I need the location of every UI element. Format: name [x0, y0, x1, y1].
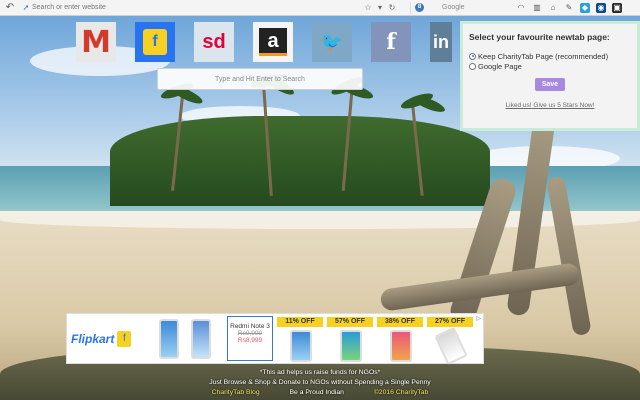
toolbar-icons: ◠ ▥ ⌂ ✎ ◆ ◉ ▣ [516, 2, 622, 13]
back-icon[interactable]: ↶ [0, 2, 20, 13]
flipkart-logo: Flipkart f [67, 330, 147, 347]
chevron-down-icon[interactable]: ▾ [374, 3, 386, 12]
gmail-shortcut[interactable]: M [76, 22, 116, 62]
discount-badge: 57% OFF [327, 317, 373, 327]
phone-image [390, 330, 412, 362]
refresh-icon[interactable]: ↻ [386, 3, 398, 12]
discount-badge: 27% OFF [427, 317, 473, 327]
browser-toolbar: ↶ ➚ Search or enter website ☆ ▾ ↻ 8 Goog… [0, 0, 640, 16]
home-icon[interactable]: ⌂ [548, 3, 558, 13]
snapdeal-icon: sd [202, 30, 226, 53]
old-price: Rs9,999 [237, 330, 263, 337]
panel-title: Select your favourite newtab page: [469, 32, 610, 42]
google-icon: 8 [415, 3, 424, 12]
ad-product[interactable]: 38% OFF [377, 315, 425, 362]
flipkart-icon: f [143, 29, 167, 55]
save-button[interactable]: Save [535, 78, 565, 91]
phone-image[interactable] [159, 318, 179, 359]
copyright-link[interactable]: ©2016 CharityTab [374, 389, 429, 396]
facebook-shortcut[interactable]: f [371, 22, 411, 62]
facebook-icon: f [386, 29, 396, 55]
extension-dark-icon[interactable]: ▣ [612, 2, 622, 13]
extension-blue-icon[interactable]: ◆ [580, 2, 590, 13]
amazon-shortcut[interactable]: a [253, 22, 293, 62]
search-engine-label: Google [442, 4, 465, 11]
footer-links: CharityTab Blog Be a Proud Indian ©2016 … [0, 388, 640, 398]
twitter-icon: 🐦 [320, 31, 344, 52]
linkedin-icon: in [433, 31, 449, 52]
amazon-icon: a [259, 28, 287, 56]
snapdeal-shortcut[interactable]: sd [194, 22, 234, 62]
linkedin-shortcut[interactable]: in [430, 22, 452, 62]
rate-us-link[interactable]: Liked us! Give us 5 Stars Now! [469, 102, 631, 109]
search-input[interactable]: Type and Hit Enter to Search [157, 68, 363, 90]
gmail-icon: M [81, 24, 111, 60]
footer: *This ad helps us raise funds for NGOs* … [0, 368, 640, 398]
discount-badge: 11% OFF [277, 317, 323, 327]
radio-selected-icon[interactable] [469, 52, 476, 60]
shortcut-tiles: M f sd a 🐦 f in [76, 22, 452, 62]
option-label: Keep CharityTab Page (recommended) [478, 51, 609, 61]
ad-product[interactable]: 57% OFF [327, 315, 375, 362]
ad-banner[interactable]: Flipkart f Redmi Note 3 Rs9,999 Rs8,999 … [66, 313, 484, 366]
bookmarks-icon[interactable]: ▥ [532, 3, 542, 13]
discount-badge: 38% OFF [377, 317, 423, 327]
extension-navy-icon[interactable]: ◉ [596, 2, 606, 13]
search-engine-box[interactable]: 8 Google [410, 1, 506, 14]
footer-ad-note: *This ad helps us raise funds for NGOs* [259, 369, 381, 376]
ad-product[interactable]: 27% OFF [427, 315, 475, 366]
twitter-shortcut[interactable]: 🐦 [312, 22, 352, 62]
proud-indian-text: Be a Proud Indian [289, 389, 344, 396]
flipkart-wordmark: Flipkart [71, 331, 115, 346]
blog-link[interactable]: CharityTab Blog [212, 389, 260, 396]
wifi-icon[interactable]: ◠ [516, 3, 526, 13]
shoreline [0, 211, 640, 229]
radio-icon[interactable] [469, 62, 476, 70]
option-google[interactable]: Google Page [469, 61, 631, 71]
adchoices-icon[interactable]: ▷ [476, 315, 481, 322]
phone-image [340, 330, 362, 362]
star-icon[interactable]: ☆ [362, 3, 374, 12]
price: Rs8,999 [237, 337, 263, 344]
featured-product[interactable]: Redmi Note 3 Rs9,999 Rs8,999 [227, 316, 273, 361]
url-input[interactable]: Search or enter website [32, 4, 362, 11]
phone-image[interactable] [191, 318, 211, 359]
tablet-image [290, 330, 312, 362]
product-name: Redmi Note 3 [230, 323, 270, 330]
tree-line [110, 116, 490, 206]
rocket-icon: ➚ [22, 3, 30, 12]
phone-image [434, 326, 468, 366]
footer-tagline: Just Browse & Shop & Donate to NGOs with… [209, 379, 431, 386]
flipkart-bag-icon: f [117, 330, 132, 347]
option-charitytab[interactable]: Keep CharityTab Page (recommended) [469, 51, 631, 61]
extension-icon[interactable]: ✎ [564, 3, 574, 13]
ad-product[interactable]: 11% OFF [277, 315, 325, 362]
newtab-settings-panel: Select your favourite newtab page: Keep … [460, 21, 640, 131]
option-label: Google Page [478, 61, 522, 71]
flipkart-shortcut[interactable]: f [135, 22, 175, 62]
